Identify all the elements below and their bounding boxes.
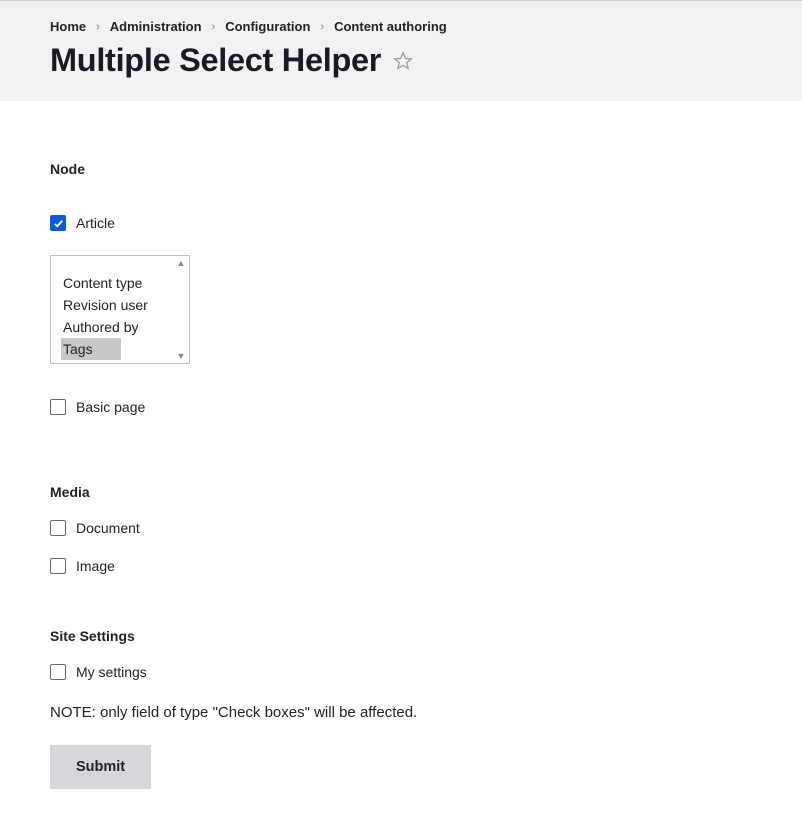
star-icon[interactable] (393, 51, 413, 71)
checkbox-label-article[interactable]: Article (76, 215, 115, 231)
breadcrumb: Home › Administration › Configuration › … (50, 19, 752, 34)
checkbox-my-settings[interactable] (50, 664, 66, 680)
note-text: NOTE: only field of type "Check boxes" w… (50, 704, 752, 721)
chevron-right-icon: › (96, 21, 100, 33)
section-heading-node: Node (50, 161, 752, 177)
section-heading-media: Media (50, 484, 752, 500)
checkbox-label-my-settings[interactable]: My settings (76, 664, 147, 680)
checkbox-row-article: Article (50, 215, 752, 231)
page-title: Multiple Select Helper (50, 42, 381, 79)
breadcrumb-administration[interactable]: Administration (110, 19, 202, 34)
checkbox-label-image[interactable]: Image (76, 558, 115, 574)
list-option-revision-user[interactable]: Revision user (61, 294, 171, 316)
breadcrumb-configuration[interactable]: Configuration (225, 19, 310, 34)
checkbox-row-basic-page: Basic page (50, 399, 752, 415)
checkbox-image[interactable] (50, 558, 66, 574)
scroll-up-icon[interactable]: ▲ (176, 258, 186, 268)
list-option-content-type[interactable]: Content type (61, 272, 171, 294)
checkbox-row-my-settings: My settings (50, 664, 752, 680)
breadcrumb-content-authoring[interactable]: Content authoring (334, 19, 447, 34)
form-content: Node Article ▲ Content type Revision use… (0, 101, 802, 829)
article-fields-listbox[interactable]: ▲ Content type Revision user Authored by… (50, 255, 190, 364)
scroll-down-icon[interactable]: ▼ (176, 351, 186, 361)
checkbox-row-image: Image (50, 558, 752, 574)
submit-button[interactable]: Submit (50, 745, 151, 789)
chevron-right-icon: › (212, 21, 216, 33)
checkbox-label-basic-page[interactable]: Basic page (76, 399, 145, 415)
header-bar: Home › Administration › Configuration › … (0, 0, 802, 101)
list-option-authored-by[interactable]: Authored by (61, 316, 171, 338)
breadcrumb-home[interactable]: Home (50, 19, 86, 34)
checkbox-row-document: Document (50, 520, 752, 536)
checkbox-basic-page[interactable] (50, 399, 66, 415)
checkbox-label-document[interactable]: Document (76, 520, 140, 536)
listbox-inner: Content type Revision user Authored by T… (61, 272, 171, 363)
checkbox-document[interactable] (50, 520, 66, 536)
section-heading-site-settings: Site Settings (50, 628, 752, 644)
checkmark-icon (53, 218, 64, 229)
checkbox-article[interactable] (50, 215, 66, 231)
list-option-tags[interactable]: Tags (61, 338, 121, 360)
page-title-row: Multiple Select Helper (50, 42, 752, 79)
chevron-right-icon: › (320, 21, 324, 33)
